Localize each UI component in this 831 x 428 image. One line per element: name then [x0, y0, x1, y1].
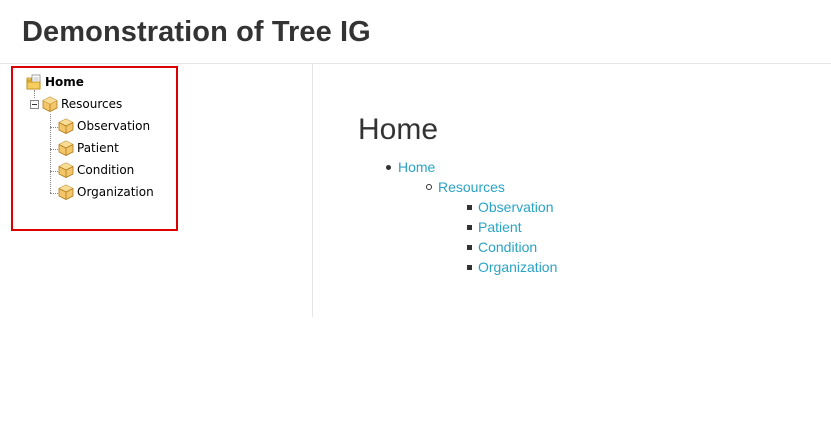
tree-connector	[50, 114, 51, 193]
folder-page-icon	[26, 74, 42, 90]
bullet-square	[467, 225, 472, 230]
package-icon	[42, 96, 58, 112]
bullet-disc	[386, 165, 391, 170]
nav-link-home[interactable]: Home	[398, 157, 435, 177]
page-title: Demonstration of Tree IG	[22, 16, 371, 48]
tree-connector	[34, 90, 35, 98]
nav-link-patient[interactable]: Patient	[478, 217, 522, 237]
bullet-square	[467, 245, 472, 250]
tree-node-label: Patient	[77, 141, 119, 155]
nav-link-condition[interactable]: Condition	[478, 237, 537, 257]
tree-connector	[50, 193, 58, 194]
tree-node-organization[interactable]: Organization	[58, 183, 154, 201]
tree-node-patient[interactable]: Patient	[58, 139, 119, 157]
package-icon	[58, 118, 74, 134]
tree-connector	[50, 127, 58, 128]
tree-node-home[interactable]: Home	[26, 73, 84, 91]
nav-link-text[interactable]: Observation	[478, 199, 553, 215]
tree-node-label: Observation	[77, 119, 151, 133]
nav-link-text[interactable]: Home	[398, 159, 435, 175]
bullet-square	[467, 205, 472, 210]
tree-node-observation[interactable]: Observation	[58, 117, 150, 135]
nav-link-text[interactable]: Organization	[478, 259, 557, 275]
tree-node-label: Condition	[77, 163, 135, 177]
main-heading: Home	[358, 113, 439, 146]
tree-node-condition[interactable]: Condition	[58, 161, 134, 179]
bullet-square	[467, 265, 472, 270]
bullet-circle	[426, 184, 432, 190]
tree-connector	[50, 171, 58, 172]
package-icon	[58, 162, 74, 178]
tree-node-label: Resources	[61, 97, 123, 111]
tree-node-label: Organization	[77, 185, 154, 199]
package-icon	[58, 140, 74, 156]
nav-link-text[interactable]: Resources	[438, 179, 505, 195]
package-icon	[58, 184, 74, 200]
tree-node-resources[interactable]: Resources	[42, 95, 122, 113]
nav-link-resources[interactable]: Resources	[438, 177, 505, 197]
nav-link-observation[interactable]: Observation	[478, 197, 553, 217]
tree-connector	[50, 149, 58, 150]
tree-node-label: Home	[45, 75, 84, 89]
nav-link-text[interactable]: Patient	[478, 219, 522, 235]
nav-link-text[interactable]: Condition	[478, 239, 537, 255]
collapse-toggle[interactable]	[30, 100, 39, 109]
pane-divider	[312, 64, 313, 317]
nav-link-organization[interactable]: Organization	[478, 257, 557, 277]
